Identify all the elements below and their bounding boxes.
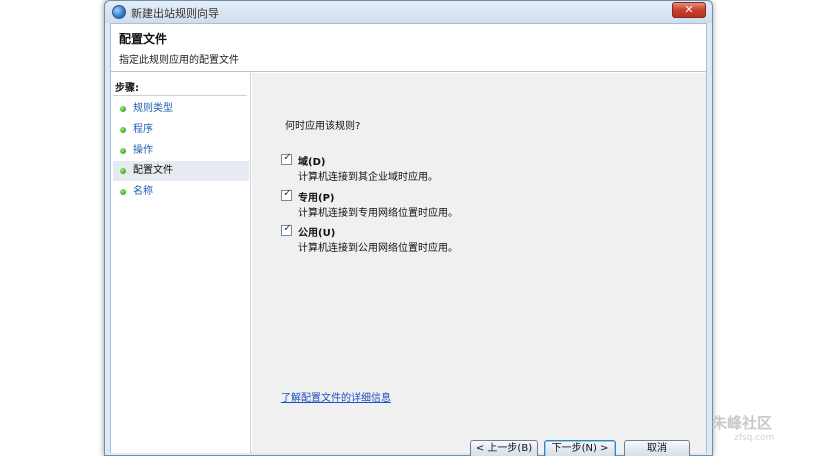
- checkmark-icon: ✓: [283, 223, 292, 234]
- site-watermark: 朱峰社区 zfsq.com: [712, 412, 774, 443]
- title-bar[interactable]: 新建出站规则向导 ✕: [105, 1, 712, 23]
- step-rule-type[interactable]: 规则类型: [113, 99, 249, 119]
- public-checkbox[interactable]: ✓: [281, 223, 292, 236]
- wizard-header: 配置文件 指定此规则应用的配置文件: [111, 24, 706, 72]
- step-name[interactable]: 名称: [113, 182, 249, 202]
- private-description: 计算机连接到专用网络位置时应用。: [298, 208, 458, 219]
- step-action[interactable]: 操作: [113, 141, 249, 161]
- steps-title: 步骤:: [115, 83, 139, 94]
- step-bullet-icon: [120, 127, 126, 133]
- step-label: 名称: [133, 186, 153, 197]
- close-button[interactable]: ✕: [672, 2, 706, 18]
- window-title: 新建出站规则向导: [131, 7, 219, 20]
- step-bullet-icon: [120, 189, 126, 195]
- step-label: 规则类型: [133, 103, 173, 114]
- back-button[interactable]: < 上一步(B): [470, 440, 538, 456]
- cancel-button[interactable]: 取消: [624, 440, 690, 456]
- step-label: 程序: [133, 124, 153, 135]
- step-bullet-icon: [120, 148, 126, 154]
- private-label[interactable]: 专用(P): [298, 189, 334, 204]
- watermark-sub-text: zfsq.com: [734, 433, 775, 443]
- profile-question: 何时应用该规则?: [285, 121, 361, 132]
- step-bullet-icon: [120, 168, 126, 174]
- firewall-icon: [112, 5, 126, 19]
- checkmark-icon: ✓: [283, 152, 292, 163]
- watermark-main-text: 朱峰社区: [712, 414, 773, 432]
- domain-checkbox[interactable]: ✓: [281, 152, 292, 165]
- steps-divider: [113, 95, 247, 96]
- public-label[interactable]: 公用(U): [298, 224, 335, 239]
- step-program[interactable]: 程序: [113, 120, 249, 140]
- public-description: 计算机连接到公用网络位置时应用。: [298, 243, 458, 254]
- private-checkbox[interactable]: ✓: [281, 188, 292, 201]
- step-bullet-icon: [120, 106, 126, 112]
- domain-label[interactable]: 域(D): [298, 153, 325, 168]
- wizard-window: 新建出站规则向导 ✕ 配置文件 指定此规则应用的配置文件 步骤: 规则类型 程序…: [104, 0, 713, 456]
- step-profile[interactable]: 配置文件: [113, 161, 249, 181]
- learn-more-link[interactable]: 了解配置文件的详细信息: [281, 389, 391, 404]
- wizard-client-area: 配置文件 指定此规则应用的配置文件 步骤: 规则类型 程序 操作 配置文件 名称…: [110, 23, 707, 456]
- step-label: 配置文件: [133, 165, 173, 176]
- checkmark-icon: ✓: [283, 188, 292, 199]
- content-panel: 何时应用该规则? ✓ 域(D) 计算机连接到其企业域时应用。 ✓ 专用(P) 计…: [252, 73, 706, 456]
- next-button[interactable]: 下一步(N) >: [544, 440, 616, 456]
- page-subtitle: 指定此规则应用的配置文件: [119, 55, 239, 66]
- steps-panel: 步骤: 规则类型 程序 操作 配置文件 名称: [111, 73, 251, 453]
- step-label: 操作: [133, 145, 153, 156]
- domain-description: 计算机连接到其企业域时应用。: [298, 172, 438, 183]
- page-title: 配置文件: [119, 32, 168, 46]
